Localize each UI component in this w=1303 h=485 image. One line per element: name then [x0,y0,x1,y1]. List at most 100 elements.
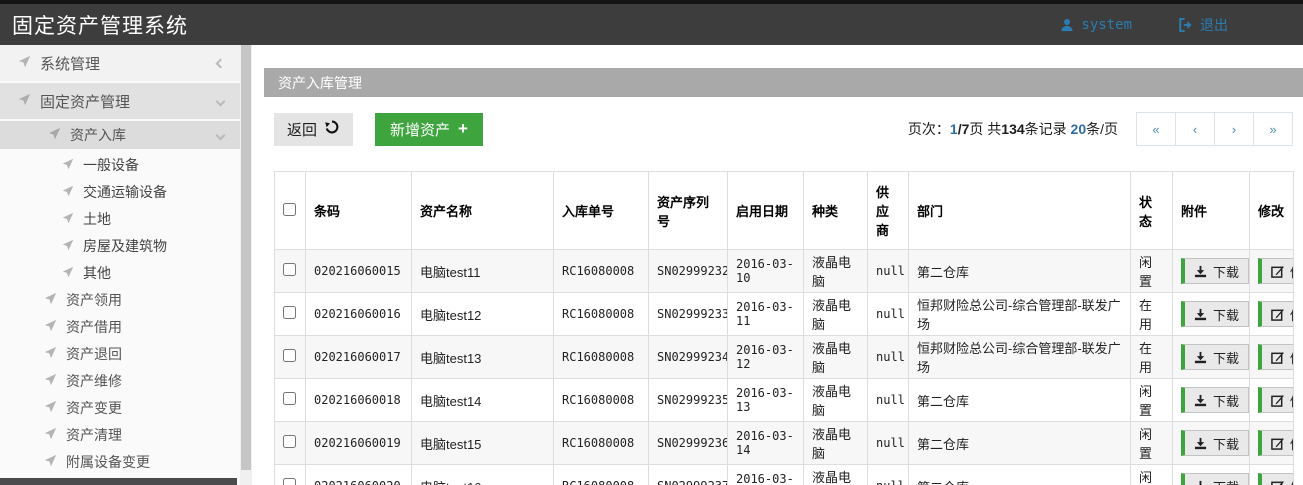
back-button[interactable]: 返回 [274,113,353,146]
sidebar-item-asset-borrow[interactable]: 资产借用 [0,313,240,340]
header-category: 种类 [804,172,868,250]
download-icon [1194,437,1207,450]
nav-arrow-icon [62,157,74,173]
last-page-button[interactable]: » [1253,112,1293,146]
header-barcode: 条码 [306,172,412,250]
next-page-button[interactable]: › [1214,112,1254,146]
cell-category: 液晶电脑 [804,293,868,336]
nav-arrow-icon [62,238,74,254]
download-label: 下载 [1213,477,1239,485]
sidebar-item-other[interactable]: 其他 [0,259,240,286]
cell-barcode: 020216060015 [306,250,412,293]
row-checkbox[interactable] [283,435,296,448]
nav-arrow-icon [44,292,57,308]
cell-date: 2016-03-11 [728,293,804,336]
first-page-button[interactable]: « [1136,112,1176,146]
cell-barcode: 020216060020 [306,465,412,485]
download-button[interactable]: 下载 [1181,387,1249,413]
cell-category: 液晶电脑 [804,379,868,422]
row-checkbox[interactable] [283,263,296,276]
cell-name: 电脑test15 [412,422,554,465]
app-title: 固定资产管理系统 [12,10,188,40]
sidebar-item-asset-change[interactable]: 资产变更 [0,394,240,421]
edit-button[interactable]: 修改 [1258,344,1294,370]
header-serial: 资产序列号 [649,172,728,250]
table-row: 020216060017 电脑test13 RC16080008 SN02999… [275,336,1295,379]
edit-label: 修改 [1290,262,1294,281]
cell-serial: SN02999235 [649,379,728,422]
row-checkbox[interactable] [283,478,296,485]
sidebar-scrollbar[interactable] [240,45,252,485]
header-status: 状态 [1131,172,1173,250]
plus-icon: + [458,119,468,139]
logout-icon [1178,18,1193,32]
sidebar-item-fixed-asset-mgmt[interactable]: 固定资产管理 [0,83,240,119]
cell-status: 闲置 [1131,465,1173,485]
cell-supplier: null [868,379,909,422]
add-asset-label: 新增资产 [390,119,450,140]
sidebar-item-transport-equipment[interactable]: 交通运输设备 [0,178,240,205]
download-button[interactable]: 下载 [1181,344,1249,370]
edit-button[interactable]: 修改 [1258,301,1294,327]
sidebar-item-label: 资产变更 [66,398,122,418]
sidebar-item-label: 交通运输设备 [83,182,167,202]
cell-order-no: RC16080008 [554,293,649,336]
row-checkbox[interactable] [283,349,296,362]
cell-supplier: null [868,336,909,379]
logout-link[interactable]: 退出 [1178,15,1228,35]
sidebar-scrollbar-thumb[interactable] [241,45,251,470]
per-page-count: 20 [1071,121,1087,137]
select-all-checkbox[interactable] [283,203,296,216]
cell-category: 液晶电脑 [804,422,868,465]
cell-barcode: 020216060018 [306,379,412,422]
download-button[interactable]: 下载 [1181,430,1249,456]
sidebar-item-asset-requisition[interactable]: 资产领用 [0,286,240,313]
sidebar-item-buildings[interactable]: 房屋及建筑物 [0,232,240,259]
sidebar-item-label: 一般设备 [83,155,139,175]
row-checkbox[interactable] [283,392,296,405]
nav-arrow-icon [18,93,31,110]
sidebar-item-asset-inbound[interactable]: 资产入库 [0,121,240,149]
logout-label: 退出 [1200,15,1228,35]
add-asset-button[interactable]: 新增资产 + [375,113,483,146]
table-row: 020216060015 电脑test11 RC16080008 SN02999… [275,250,1295,293]
back-button-label: 返回 [287,119,317,140]
cell-department: 第二仓库 [909,465,1131,485]
sidebar-item-general-equipment[interactable]: 一般设备 [0,151,240,178]
download-button[interactable]: 下载 [1181,301,1249,327]
sidebar-item-asset-return[interactable]: 资产退回 [0,340,240,367]
sidebar-item-asset-cleanup[interactable]: 资产清理 [0,421,240,448]
download-label: 下载 [1213,391,1239,410]
cell-category: 液晶电脑 [804,250,868,293]
download-button[interactable]: 下载 [1181,258,1249,284]
edit-icon [1271,394,1284,407]
row-checkbox[interactable] [283,306,296,319]
nav-arrow-icon [62,265,74,281]
cell-name: 电脑test16 [412,465,554,485]
sidebar-item-system-mgmt[interactable]: 系统管理 [0,45,240,81]
table-row: 020216060016 电脑test12 RC16080008 SN02999… [275,293,1295,336]
app-header: 固定资产管理系统 system 退出 [0,4,1303,45]
edit-button[interactable]: 修改 [1258,430,1294,456]
edit-label: 修改 [1290,348,1294,367]
sidebar-item-asset-repair[interactable]: 资产维修 [0,367,240,394]
cell-date: 2016-03-14 [728,422,804,465]
nav-arrow-icon [44,373,57,389]
edit-icon [1271,265,1284,278]
cell-date: 2016-03-12 [728,336,804,379]
edit-button[interactable]: 修改 [1258,387,1294,413]
prev-page-button[interactable]: ‹ [1175,112,1215,146]
edit-label: 修改 [1290,477,1294,485]
sidebar-item-accessory-change[interactable]: 附属设备变更 [0,448,240,475]
download-button[interactable]: 下载 [1181,473,1249,485]
edit-button[interactable]: 修改 [1258,258,1294,284]
cell-serial: SN02999236 [649,422,728,465]
records-suffix: 条记录 [1025,121,1067,137]
edit-icon [1271,351,1284,364]
user-menu[interactable]: system [1060,17,1132,33]
sidebar-item-land[interactable]: 土地 [0,205,240,232]
cell-order-no: RC16080008 [554,250,649,293]
record-count: 134 [1001,121,1024,137]
sidebar-item-label: 资产入库 [70,125,126,145]
edit-button[interactable]: 修改 [1258,473,1294,485]
